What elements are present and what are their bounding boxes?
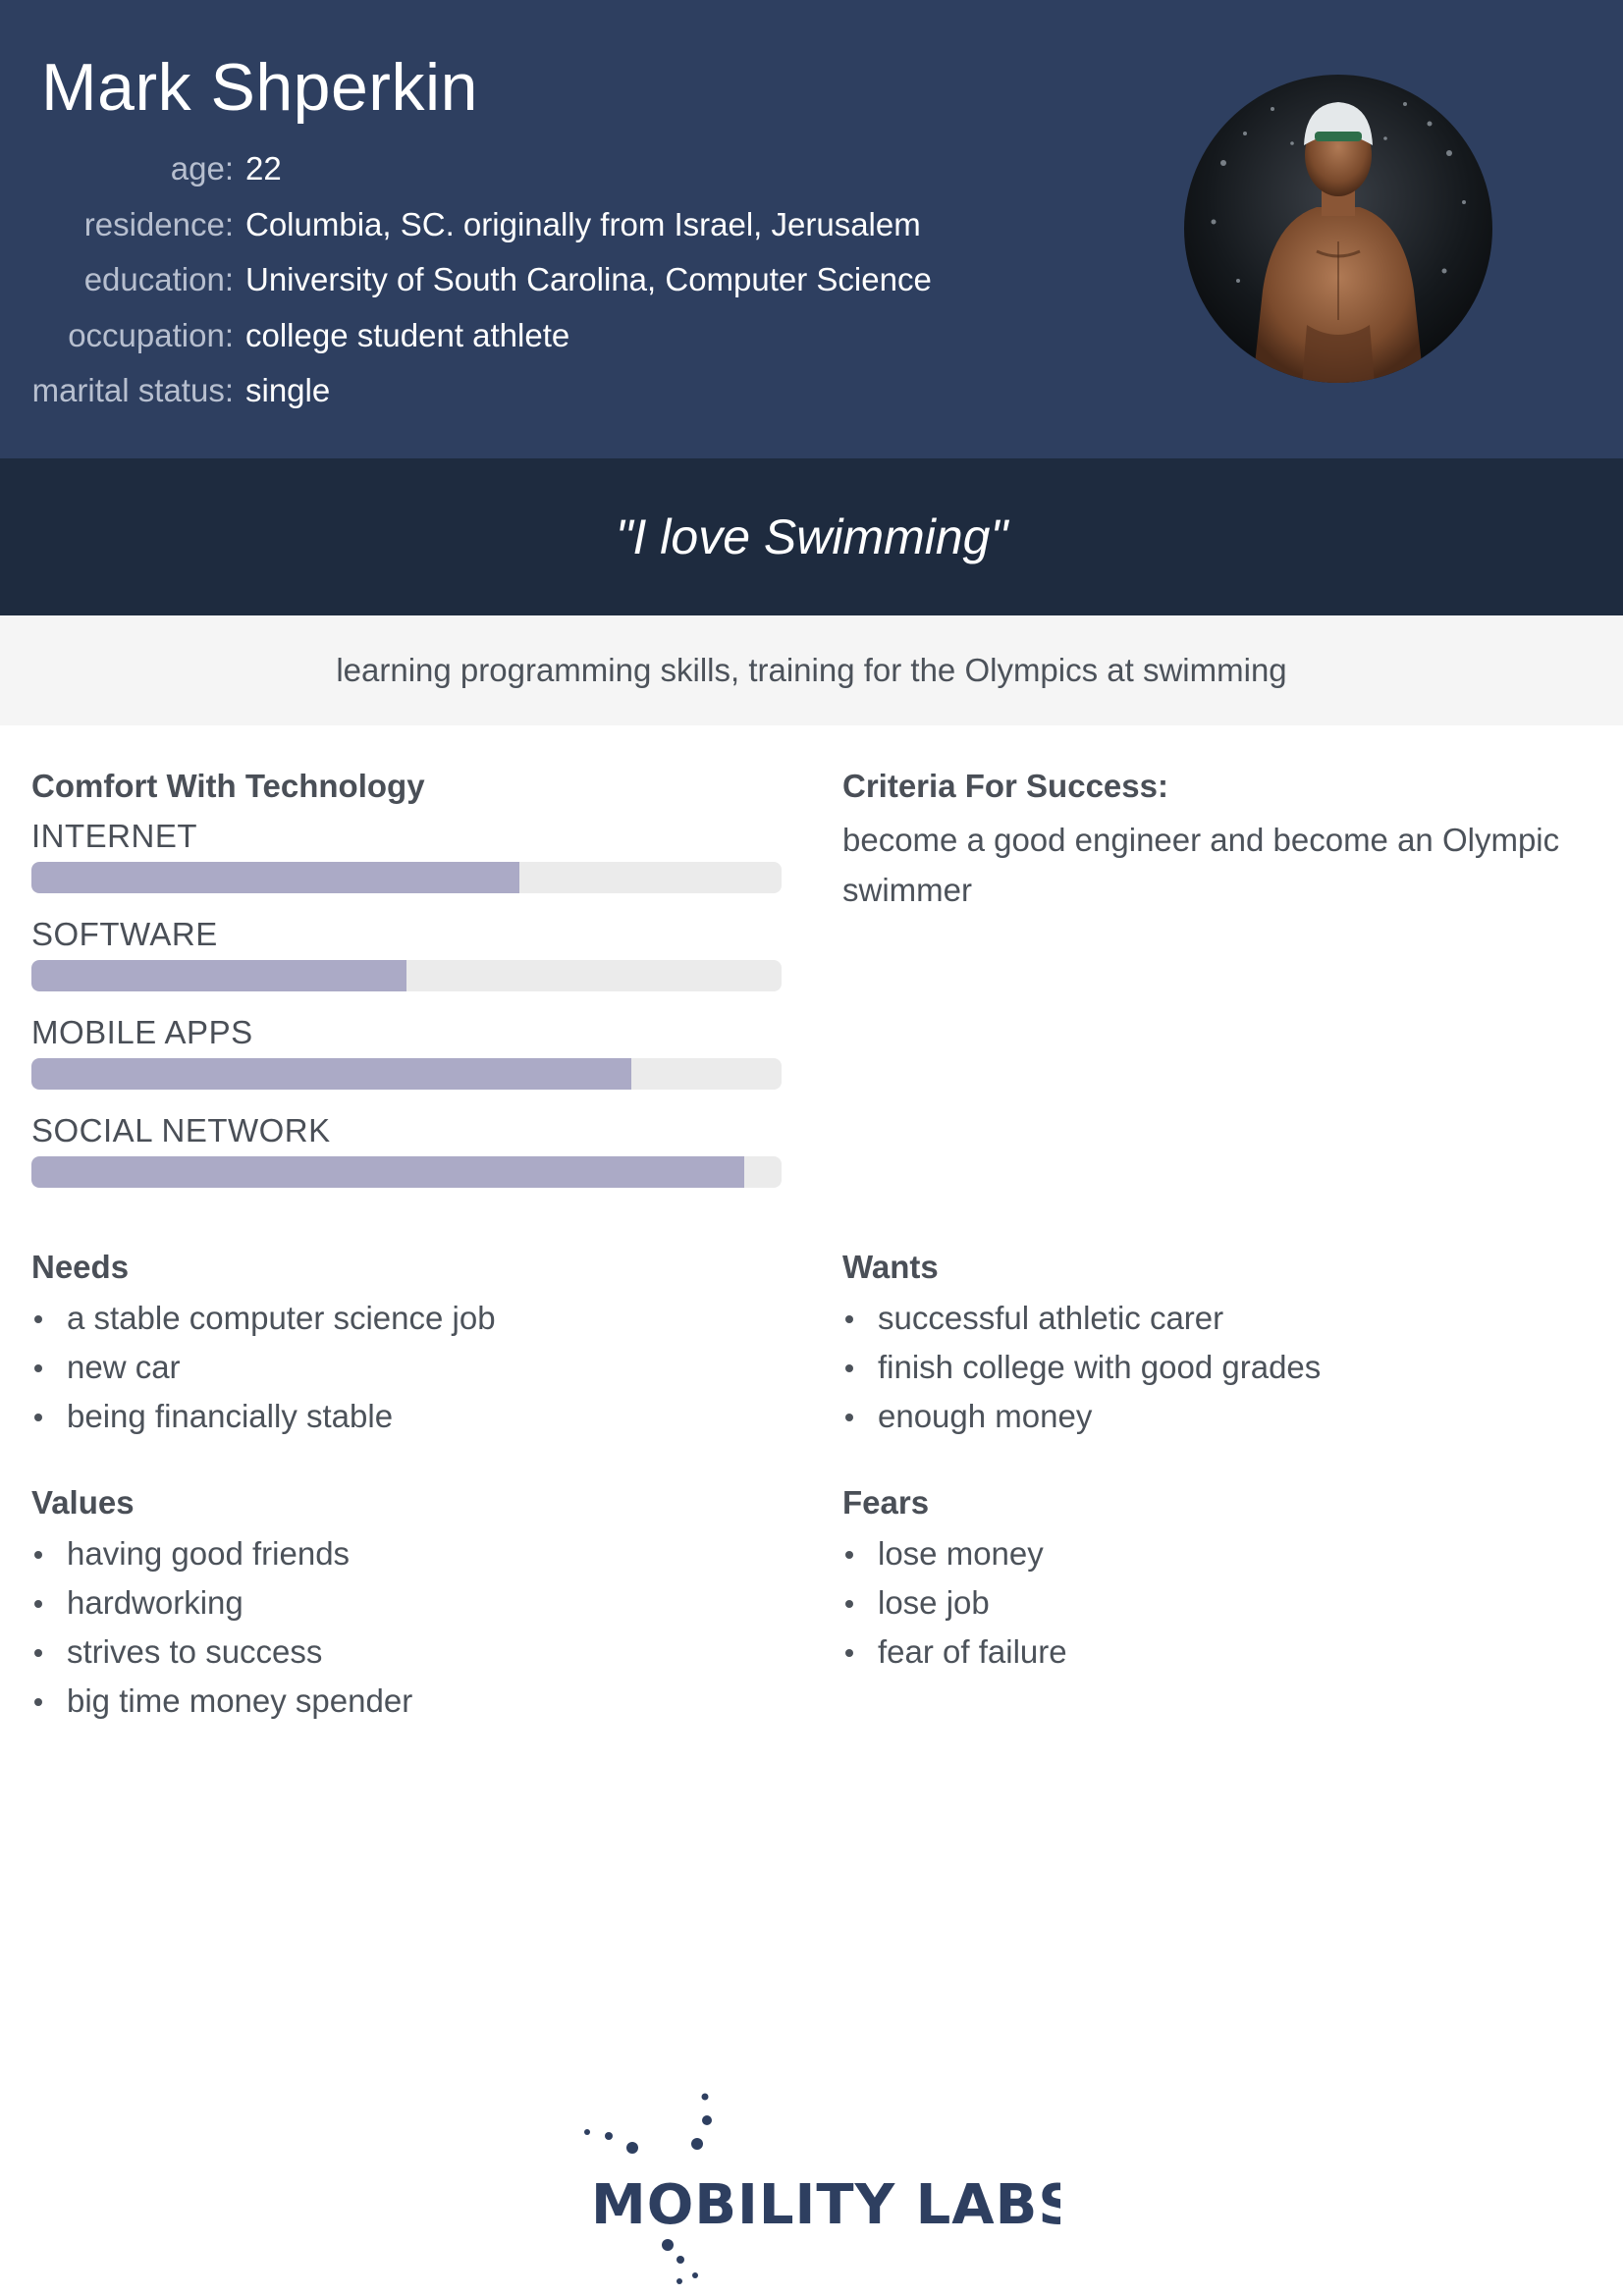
fact-age: age: 22 — [0, 141, 1080, 197]
fact-value: University of South Carolina, Computer S… — [245, 261, 932, 297]
bar-fill-internet — [31, 862, 519, 893]
list-item: successful athletic carer — [842, 1294, 1321, 1343]
criteria-title: Criteria For Success: — [842, 768, 1168, 804]
fact-label: occupation: — [68, 316, 234, 353]
list-item: having good friends — [31, 1529, 412, 1578]
list-item: lose money — [842, 1529, 1067, 1578]
bar-track-social-network — [31, 1156, 782, 1188]
swimmer-portrait-icon — [1184, 75, 1492, 383]
list-item: lose job — [842, 1578, 1067, 1628]
fears-list: lose money lose job fear of failure — [842, 1529, 1067, 1677]
fact-label: age: — [170, 150, 234, 187]
list-item: hardworking — [31, 1578, 412, 1628]
fact-label: marital status: — [31, 372, 234, 408]
bar-track-software — [31, 960, 782, 991]
criteria-text: become a good engineer and become an Oly… — [842, 822, 1560, 908]
persona-goal: learning programming skills, training fo… — [336, 652, 1287, 688]
fact-value: Columbia, SC. originally from Israel, Je… — [245, 205, 921, 242]
values-list: having good friends hardworking strives … — [31, 1529, 412, 1726]
persona-quote: "I love Swimming" — [615, 509, 1008, 564]
list-item: a stable computer science job — [31, 1294, 496, 1343]
persona-photo — [1184, 75, 1492, 383]
tech-label-internet: INTERNET — [31, 818, 197, 854]
mobility-labs-logo: MOBILITY LABS — [569, 2091, 1078, 2287]
bar-fill-mobile-apps — [31, 1058, 632, 1090]
fact-occupation: occupation: college student athlete — [0, 308, 1080, 364]
bar-track-mobile-apps — [31, 1058, 782, 1090]
comfort-title: Comfort With Technology — [31, 768, 425, 804]
fact-label: education: — [83, 261, 234, 297]
wants-title: Wants — [842, 1249, 939, 1285]
persona-facts: age: 22 residence: Columbia, SC. origina… — [0, 141, 1080, 419]
bar-fill-social-network — [31, 1156, 744, 1188]
fact-value: single — [245, 372, 331, 408]
fact-value: 22 — [245, 150, 282, 187]
list-item: new car — [31, 1343, 496, 1392]
tech-label-mobile-apps: MOBILE APPS — [31, 1014, 253, 1050]
fact-value: college student athlete — [245, 316, 570, 353]
bar-fill-software — [31, 960, 406, 991]
fact-marital-status: marital status: single — [0, 363, 1080, 419]
goal-band: learning programming skills, training fo… — [0, 615, 1623, 725]
list-item: strives to success — [31, 1628, 412, 1677]
tech-label-social-network: SOCIAL NETWORK — [31, 1112, 331, 1148]
mobility-labs-logo-icon: MOBILITY LABS — [584, 2093, 1078, 2284]
list-item: big time money spender — [31, 1677, 412, 1726]
tech-label-software: SOFTWARE — [31, 916, 218, 952]
list-item: fear of failure — [842, 1628, 1067, 1677]
quote-band: "I love Swimming" — [0, 458, 1623, 615]
persona-name: Mark Shperkin — [41, 50, 478, 125]
fact-residence: residence: Columbia, SC. originally from… — [0, 197, 1080, 253]
fears-title: Fears — [842, 1484, 930, 1521]
needs-list: a stable computer science job new car be… — [31, 1294, 496, 1441]
fact-education: education: University of South Carolina,… — [0, 252, 1080, 308]
fact-label: residence: — [83, 205, 234, 242]
needs-title: Needs — [31, 1249, 130, 1285]
persona-header: Mark Shperkin age: 22 residence: Columbi… — [0, 0, 1623, 458]
wants-list: successful athletic carer finish college… — [842, 1294, 1321, 1441]
list-item: being financially stable — [31, 1392, 496, 1441]
list-item: enough money — [842, 1392, 1321, 1441]
values-title: Values — [31, 1484, 135, 1521]
list-item: finish college with good grades — [842, 1343, 1321, 1392]
logo-text: MOBILITY LABS — [591, 2173, 1060, 2237]
bar-track-internet — [31, 862, 782, 893]
